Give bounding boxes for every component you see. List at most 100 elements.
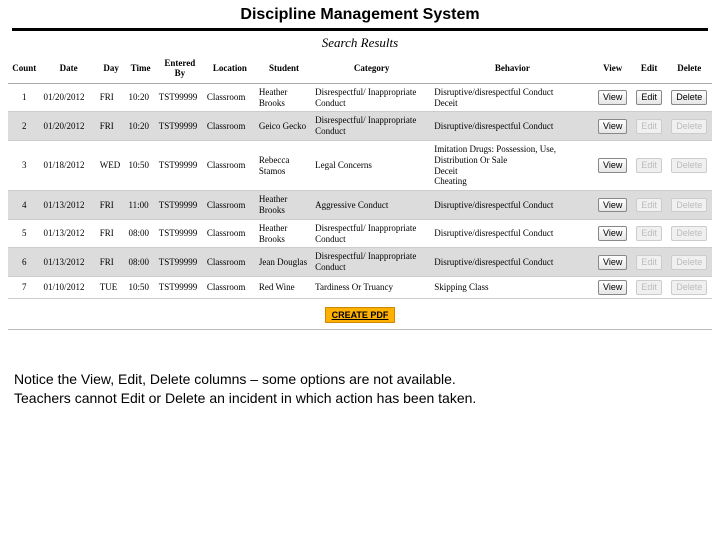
view-button[interactable]: View: [598, 158, 627, 173]
divider: [12, 28, 708, 31]
edit-button-cell: Edit: [632, 140, 667, 190]
results-table-wrap: Count Date Day Time Entered By Location …: [8, 57, 712, 330]
col-student: Student: [256, 57, 312, 83]
cell-date: 01/13/2012: [40, 191, 96, 220]
cell-student: Heather Brooks: [256, 83, 312, 112]
cell-date: 01/20/2012: [40, 112, 96, 141]
col-view: View: [594, 57, 632, 83]
cell-location: Classroom: [204, 276, 256, 298]
cell-behavior: Skipping Class: [431, 276, 593, 298]
cell-student: Geico Gecko: [256, 112, 312, 141]
cell-time: 10:20: [125, 83, 155, 112]
cell-time: 11:00: [125, 191, 155, 220]
cell-location: Classroom: [204, 191, 256, 220]
cell-category: Disrespectful/ Inappropriate Conduct: [312, 83, 431, 112]
col-delete: Delete: [666, 57, 712, 83]
view-button[interactable]: View: [598, 226, 627, 241]
edit-button-cell: Edit: [632, 248, 667, 277]
cell-day: FRI: [97, 248, 126, 277]
view-button-cell: View: [594, 112, 632, 141]
table-row: 301/18/2012WED10:50TST99999ClassroomRebe…: [8, 140, 712, 190]
cell-behavior: Disruptive/disrespectful ConductDeceit: [431, 83, 593, 112]
page-title: Discipline Management System: [0, 0, 720, 28]
cell-student: Heather Brooks: [256, 219, 312, 248]
view-button[interactable]: View: [598, 119, 627, 134]
cell-student: Red Wine: [256, 276, 312, 298]
create-pdf-button[interactable]: CREATE PDF: [325, 307, 396, 323]
cell-entered-by: TST99999: [156, 191, 204, 220]
cell-entered-by: TST99999: [156, 248, 204, 277]
edit-button: Edit: [636, 119, 662, 134]
table-body: 101/20/2012FRI10:20TST99999ClassroomHeat…: [8, 83, 712, 298]
pdf-row: CREATE PDF: [8, 299, 712, 330]
delete-button: Delete: [671, 158, 707, 173]
edit-button-cell: Edit: [632, 219, 667, 248]
edit-button[interactable]: Edit: [636, 90, 662, 105]
delete-button-cell: Delete: [666, 191, 712, 220]
delete-button: Delete: [671, 198, 707, 213]
caption: Notice the View, Edit, Delete columns – …: [0, 330, 720, 409]
col-entered-by: Entered By: [156, 57, 204, 83]
cell-day: FRI: [97, 83, 126, 112]
col-count: Count: [8, 57, 40, 83]
cell-count: 1: [8, 83, 40, 112]
edit-button-cell: Edit: [632, 276, 667, 298]
results-table: Count Date Day Time Entered By Location …: [8, 57, 712, 299]
delete-button[interactable]: Delete: [671, 90, 707, 105]
view-button[interactable]: View: [598, 280, 627, 295]
cell-entered-by: TST99999: [156, 140, 204, 190]
table-row: 701/10/2012TUE10:50TST99999ClassroomRed …: [8, 276, 712, 298]
table-row: 501/13/2012FRI08:00TST99999ClassroomHeat…: [8, 219, 712, 248]
cell-time: 08:00: [125, 248, 155, 277]
edit-button-cell: Edit: [632, 191, 667, 220]
cell-student: Jean Douglas: [256, 248, 312, 277]
cell-day: FRI: [97, 219, 126, 248]
view-button[interactable]: View: [598, 90, 627, 105]
cell-location: Classroom: [204, 219, 256, 248]
delete-button-cell: Delete: [666, 83, 712, 112]
view-button[interactable]: View: [598, 198, 627, 213]
edit-button-cell: Edit: [632, 83, 667, 112]
delete-button: Delete: [671, 119, 707, 134]
table-row: 101/20/2012FRI10:20TST99999ClassroomHeat…: [8, 83, 712, 112]
edit-button-cell: Edit: [632, 112, 667, 141]
cell-count: 2: [8, 112, 40, 141]
cell-entered-by: TST99999: [156, 219, 204, 248]
cell-category: Disrespectful/ Inappropriate Conduct: [312, 248, 431, 277]
edit-button: Edit: [636, 198, 662, 213]
cell-date: 01/18/2012: [40, 140, 96, 190]
cell-date: 01/13/2012: [40, 248, 96, 277]
cell-behavior: Imitation Drugs: Possession, Use, Distri…: [431, 140, 593, 190]
cell-count: 3: [8, 140, 40, 190]
cell-day: TUE: [97, 276, 126, 298]
cell-day: FRI: [97, 191, 126, 220]
cell-location: Classroom: [204, 248, 256, 277]
delete-button: Delete: [671, 226, 707, 241]
cell-location: Classroom: [204, 83, 256, 112]
cell-day: FRI: [97, 112, 126, 141]
view-button-cell: View: [594, 248, 632, 277]
cell-day: WED: [97, 140, 126, 190]
delete-button-cell: Delete: [666, 112, 712, 141]
col-edit: Edit: [632, 57, 667, 83]
cell-count: 6: [8, 248, 40, 277]
cell-date: 01/13/2012: [40, 219, 96, 248]
cell-category: Tardiness Or Truancy: [312, 276, 431, 298]
cell-time: 10:50: [125, 276, 155, 298]
cell-entered-by: TST99999: [156, 83, 204, 112]
delete-button-cell: Delete: [666, 276, 712, 298]
table-header: Count Date Day Time Entered By Location …: [8, 57, 712, 83]
delete-button-cell: Delete: [666, 219, 712, 248]
cell-student: Rebecca Stamos: [256, 140, 312, 190]
cell-behavior: Disruptive/disrespectful Conduct: [431, 248, 593, 277]
cell-category: Aggressive Conduct: [312, 191, 431, 220]
cell-entered-by: TST99999: [156, 276, 204, 298]
cell-behavior: Disruptive/disrespectful Conduct: [431, 112, 593, 141]
caption-line-1: Notice the View, Edit, Delete columns – …: [14, 370, 706, 390]
col-date: Date: [40, 57, 96, 83]
view-button-cell: View: [594, 140, 632, 190]
cell-count: 4: [8, 191, 40, 220]
view-button-cell: View: [594, 191, 632, 220]
delete-button: Delete: [671, 280, 707, 295]
view-button[interactable]: View: [598, 255, 627, 270]
